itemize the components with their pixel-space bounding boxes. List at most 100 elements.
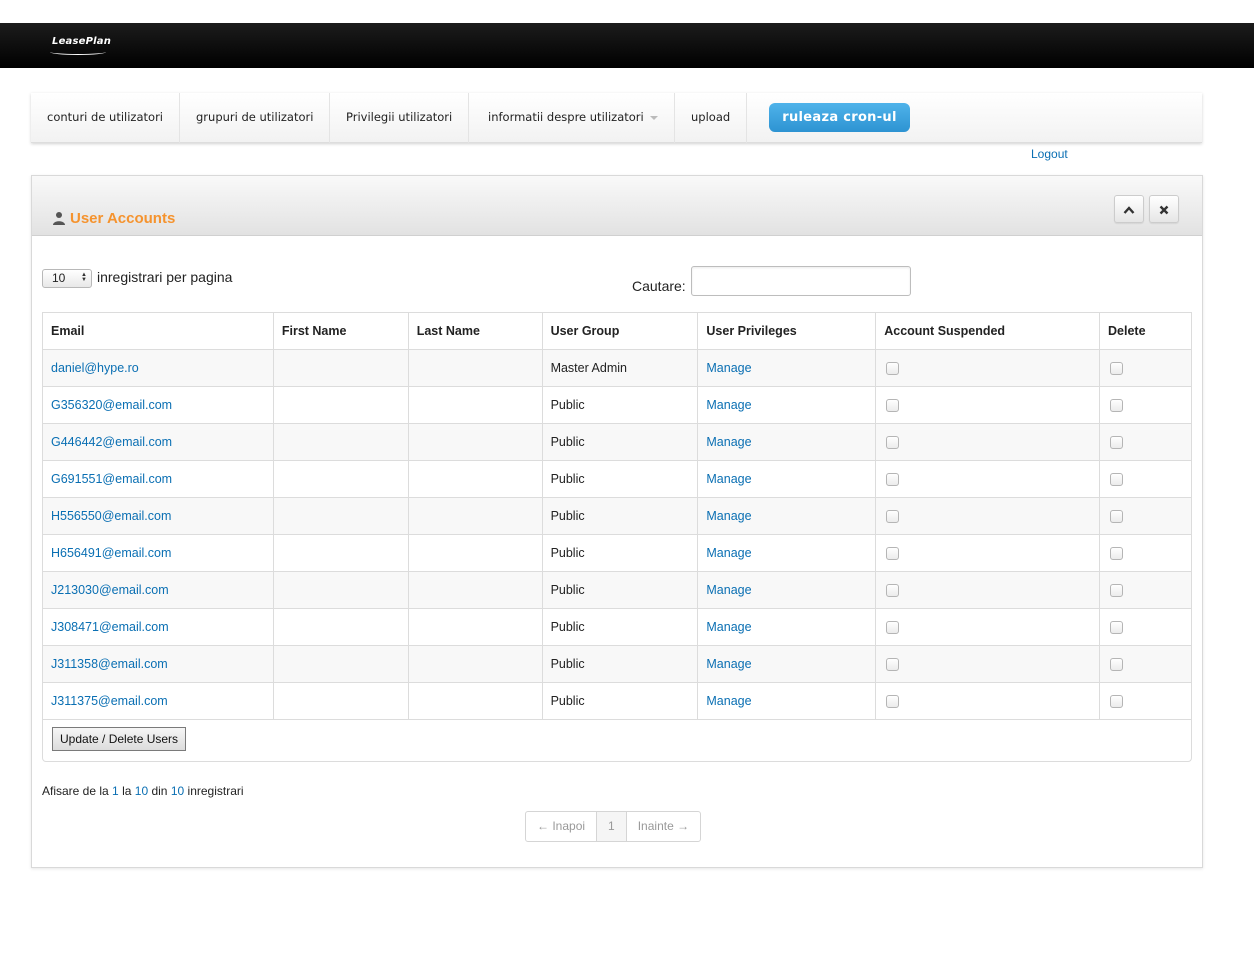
table-cell bbox=[407, 534, 543, 572]
account-suspended-checkbox[interactable] bbox=[886, 473, 900, 487]
cell-user-group: Public bbox=[550, 694, 585, 708]
account-suspended-checkbox[interactable] bbox=[886, 547, 900, 561]
delete-checkbox[interactable] bbox=[1110, 473, 1123, 487]
table-cell bbox=[272, 571, 409, 609]
account-suspended-checkbox[interactable] bbox=[886, 510, 900, 524]
table-cell: J311375@email.com bbox=[42, 682, 274, 720]
table-cell bbox=[407, 349, 543, 387]
cell-email[interactable]: J311375@email.com bbox=[51, 694, 168, 708]
cell-manage-link[interactable]: Manage bbox=[706, 509, 751, 523]
delete-checkbox[interactable] bbox=[1110, 362, 1123, 376]
account-suspended-checkbox[interactable] bbox=[886, 621, 900, 635]
cell-manage-link[interactable]: Manage bbox=[706, 361, 751, 375]
account-suspended-checkbox[interactable] bbox=[886, 362, 900, 376]
info-din: din bbox=[151, 784, 168, 798]
account-suspended-checkbox[interactable] bbox=[886, 658, 900, 672]
table-cell bbox=[272, 497, 409, 535]
cell-email[interactable]: J308471@email.com bbox=[51, 620, 169, 634]
delete-checkbox[interactable] bbox=[1110, 547, 1123, 561]
cell-user-group: Public bbox=[550, 546, 585, 560]
table-cell: Manage bbox=[697, 682, 877, 720]
header-user-privileges[interactable]: User Privileges bbox=[697, 312, 877, 350]
header-first-name[interactable]: First Name bbox=[272, 312, 409, 350]
cell-email[interactable]: J311358@email.com bbox=[51, 657, 168, 671]
table-cell bbox=[407, 386, 543, 424]
logout-link[interactable]: Logout bbox=[1031, 147, 1068, 161]
cell-manage-link[interactable]: Manage bbox=[706, 398, 751, 412]
account-suspended-checkbox[interactable] bbox=[886, 695, 900, 709]
cell-manage-link[interactable]: Manage bbox=[706, 583, 751, 597]
header-email[interactable]: Email bbox=[42, 312, 274, 350]
table-cell bbox=[272, 460, 409, 498]
user-accounts-panel: User Accounts 10 ▲ ▼ inregistrari per pag… bbox=[31, 175, 1203, 868]
table-cell bbox=[407, 460, 543, 498]
pagination-next[interactable]: Inainte → bbox=[627, 812, 700, 841]
table-cell bbox=[875, 349, 1100, 387]
table-row: G446442@email.com Public Manage bbox=[42, 423, 1192, 461]
cell-email[interactable]: G691551@email.com bbox=[51, 472, 172, 486]
leaseplan-logo[interactable]: LeasePlan bbox=[52, 36, 111, 47]
header-account-suspended[interactable]: Account Suspended bbox=[875, 312, 1100, 350]
delete-checkbox[interactable] bbox=[1110, 621, 1123, 635]
table-cell bbox=[875, 645, 1100, 683]
cell-email[interactable]: J213030@email.com bbox=[51, 583, 169, 597]
collapse-panel-button[interactable] bbox=[1114, 195, 1144, 223]
cell-manage-link[interactable]: Manage bbox=[706, 657, 751, 671]
info-la: la bbox=[122, 784, 132, 798]
nav-privilegii-utilizatori[interactable]: Privilegii utilizatori bbox=[330, 93, 470, 143]
table-cell: J311358@email.com bbox=[42, 645, 274, 683]
user-accounts-table: Email First Name Last Name User Group Us… bbox=[42, 312, 1192, 720]
header-delete[interactable]: Delete bbox=[1099, 312, 1192, 350]
account-suspended-checkbox[interactable] bbox=[886, 399, 900, 413]
table-cell bbox=[272, 423, 409, 461]
delete-checkbox[interactable] bbox=[1110, 436, 1123, 450]
cell-user-group: Public bbox=[550, 583, 585, 597]
account-suspended-checkbox[interactable] bbox=[886, 584, 900, 598]
info-suffix: inregistrari bbox=[187, 784, 244, 798]
close-panel-button[interactable] bbox=[1149, 195, 1179, 223]
table-row: G691551@email.com Public Manage bbox=[42, 460, 1192, 498]
table-cell: Manage bbox=[697, 534, 877, 572]
cell-email[interactable]: H656491@email.com bbox=[51, 546, 171, 560]
delete-checkbox[interactable] bbox=[1110, 658, 1123, 672]
run-cron-button[interactable]: ruleaza cron-ul bbox=[769, 103, 910, 132]
pagination-prev[interactable]: ← Inapoi bbox=[526, 812, 598, 841]
table-cell bbox=[875, 608, 1100, 646]
nav-conturi-de-utilizatori[interactable]: conturi de utilizatori bbox=[31, 93, 180, 143]
nav-upload[interactable]: upload bbox=[675, 93, 748, 143]
cell-manage-link[interactable]: Manage bbox=[706, 546, 751, 560]
table-cell: Master Admin bbox=[541, 349, 699, 387]
search-input[interactable] bbox=[691, 266, 911, 296]
nav-grupuri-de-utilizatori[interactable]: grupuri de utilizatori bbox=[180, 93, 331, 143]
delete-checkbox[interactable] bbox=[1110, 399, 1123, 413]
table-header-row: Email First Name Last Name User Group Us… bbox=[42, 312, 1192, 350]
table-cell bbox=[875, 423, 1100, 461]
header-last-name[interactable]: Last Name bbox=[407, 312, 543, 350]
table-cell: Public bbox=[541, 682, 699, 720]
cell-email[interactable]: G446442@email.com bbox=[51, 435, 172, 449]
account-suspended-checkbox[interactable] bbox=[886, 436, 900, 450]
cell-manage-link[interactable]: Manage bbox=[706, 435, 751, 449]
delete-checkbox[interactable] bbox=[1110, 695, 1123, 709]
header-user-group[interactable]: User Group bbox=[541, 312, 699, 350]
table-cell: Public bbox=[541, 645, 699, 683]
cell-manage-link[interactable]: Manage bbox=[706, 694, 751, 708]
cell-email[interactable]: G356320@email.com bbox=[51, 398, 172, 412]
delete-checkbox[interactable] bbox=[1110, 510, 1123, 524]
cell-email[interactable]: daniel@hype.ro bbox=[51, 361, 139, 375]
table-cell bbox=[875, 682, 1100, 720]
nav-informatii-despre-utilizatori[interactable]: informatii despre utilizatori bbox=[472, 93, 675, 143]
table-cell: daniel@hype.ro bbox=[42, 349, 274, 387]
cell-user-group: Master Admin bbox=[550, 361, 627, 375]
cell-manage-link[interactable]: Manage bbox=[706, 472, 751, 486]
page-length-select[interactable]: 10 ▲ ▼ bbox=[42, 269, 92, 288]
cell-user-group: Public bbox=[550, 398, 585, 412]
table-cell bbox=[272, 645, 409, 683]
update-delete-users-button[interactable]: Update / Delete Users bbox=[52, 727, 187, 751]
table-cell: H656491@email.com bbox=[42, 534, 274, 572]
cell-email[interactable]: H556550@email.com bbox=[51, 509, 171, 523]
cell-user-group: Public bbox=[550, 509, 585, 523]
pagination-page-1[interactable]: 1 bbox=[597, 812, 627, 841]
cell-manage-link[interactable]: Manage bbox=[706, 620, 751, 634]
delete-checkbox[interactable] bbox=[1110, 584, 1123, 598]
